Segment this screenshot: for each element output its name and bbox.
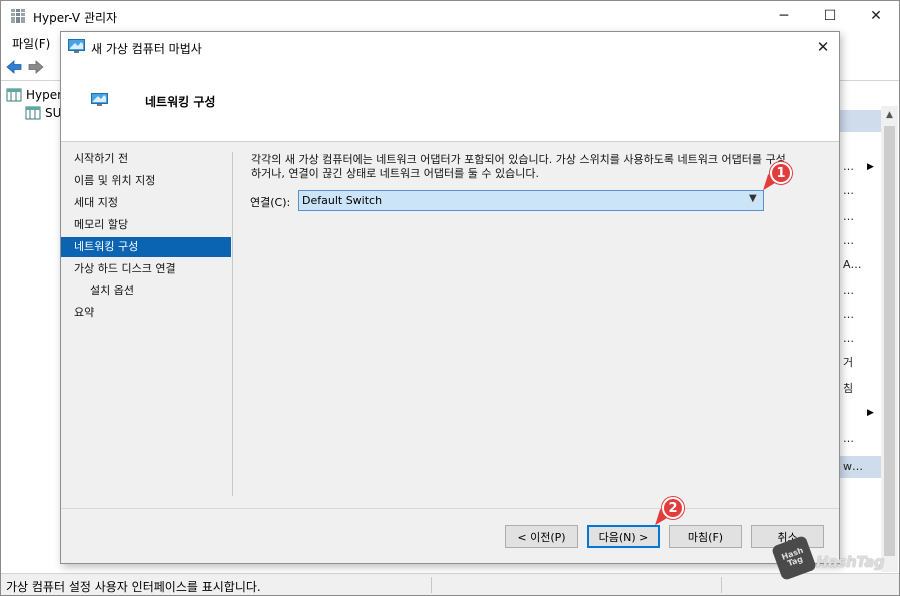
watermark-logo-text: Hash Tag bbox=[780, 545, 805, 569]
action-item[interactable]: … bbox=[843, 308, 879, 321]
monitor-icon bbox=[91, 93, 108, 106]
tree-child-label: SU bbox=[45, 106, 62, 120]
annotation-badge-2: 2 bbox=[662, 497, 684, 519]
server-icon bbox=[25, 106, 41, 120]
forward-arrow-icon[interactable] bbox=[27, 58, 45, 76]
wizard-titlebar: 새 가상 컴퓨터 마법사 ✕ bbox=[61, 32, 839, 62]
wizard-close-button[interactable]: ✕ bbox=[811, 36, 835, 58]
connection-dropdown[interactable]: Default Switch ▼ bbox=[298, 190, 764, 211]
actions-header bbox=[839, 110, 881, 132]
connection-selected-value: Default Switch bbox=[302, 194, 383, 207]
action-item[interactable]: … bbox=[843, 184, 879, 197]
description-line: 각각의 새 가상 컴퓨터에는 네트워크 어댑터가 포함되어 있습니다. 가상 스… bbox=[251, 153, 786, 166]
wizard-step-networking[interactable]: 네트워킹 구성 bbox=[61, 237, 231, 257]
action-item[interactable]: … bbox=[843, 210, 879, 223]
hyperv-app-icon bbox=[11, 9, 25, 23]
wizard-step-name-location[interactable]: 이름 및 위치 지정 bbox=[61, 171, 231, 191]
networking-description: 각각의 새 가상 컴퓨터에는 네트워크 어댑터가 포함되어 있습니다. 가상 스… bbox=[251, 153, 831, 181]
action-item[interactable]: 침 bbox=[843, 380, 879, 396]
finish-button[interactable]: 마침(F) bbox=[669, 525, 742, 548]
close-icon: ✕ bbox=[816, 38, 830, 56]
action-header-label: w… bbox=[843, 460, 863, 473]
back-arrow-icon[interactable] bbox=[5, 58, 23, 76]
watermark-text: HashTag bbox=[816, 553, 885, 571]
nav-divider bbox=[232, 152, 233, 496]
wizard-step-before-you-begin[interactable]: 시작하기 전 bbox=[61, 149, 231, 169]
minimize-icon: ─ bbox=[779, 8, 789, 24]
action-item[interactable]: … bbox=[843, 432, 879, 445]
close-icon: ✕ bbox=[870, 8, 882, 24]
connection-label: 연결(C): bbox=[250, 196, 291, 209]
action-item[interactable]: A… bbox=[843, 258, 879, 271]
scroll-up-icon[interactable]: ▲ bbox=[881, 110, 898, 120]
maximize-button[interactable]: ☐ bbox=[807, 1, 853, 31]
wizard-page-title: 네트워킹 구성 bbox=[145, 95, 216, 109]
next-button[interactable]: 다음(N) > bbox=[587, 525, 660, 548]
wizard-step-install-options[interactable]: 설치 옵션 bbox=[61, 281, 231, 301]
action-item[interactable]: … bbox=[843, 284, 879, 297]
main-window-title: Hyper-V 관리자 bbox=[33, 11, 118, 25]
status-text: 가상 컴퓨터 설정 사용자 인터페이스를 표시합니다. bbox=[6, 580, 261, 594]
action-item[interactable]: … bbox=[843, 332, 879, 345]
action-item[interactable]: … bbox=[843, 160, 879, 173]
annotation-badge-1: 1 bbox=[770, 162, 792, 184]
wizard-step-generation[interactable]: 세대 지정 bbox=[61, 193, 231, 213]
tree-item-hyperv-root[interactable]: Hyper bbox=[6, 88, 62, 102]
monitor-icon bbox=[68, 39, 85, 53]
wizard-step-memory[interactable]: 메모리 할당 bbox=[61, 215, 231, 235]
main-titlebar: Hyper-V 관리자 ─ ☐ ✕ bbox=[1, 1, 899, 31]
hyperv-server-icon bbox=[6, 88, 22, 102]
previous-button[interactable]: < 이전(P) bbox=[505, 525, 578, 548]
chevron-down-icon: ▼ bbox=[749, 193, 757, 204]
status-separator bbox=[721, 577, 722, 593]
minimize-button[interactable]: ─ bbox=[761, 1, 807, 31]
wizard-step-virtual-disk[interactable]: 가상 하드 디스크 연결 bbox=[61, 259, 231, 279]
wizard-step-list: 시작하기 전 이름 및 위치 지정 세대 지정 메모리 할당 네트워킹 구성 가… bbox=[61, 143, 233, 495]
wizard-title: 새 가상 컴퓨터 마법사 bbox=[91, 42, 202, 56]
expand-right-icon[interactable]: ▶ bbox=[867, 408, 874, 418]
action-item[interactable]: … bbox=[843, 234, 879, 247]
wizard-step-summary[interactable]: 요약 bbox=[61, 303, 231, 323]
new-vm-wizard-dialog: 새 가상 컴퓨터 마법사 ✕ 네트워킹 구성 시작하기 전 이름 및 위치 지정… bbox=[60, 31, 840, 564]
wizard-header: 네트워킹 구성 bbox=[61, 62, 839, 142]
action-item[interactable]: 거 bbox=[843, 354, 879, 370]
actions-scrollbar[interactable]: ▲ bbox=[881, 106, 898, 572]
tree-root-label: Hyper bbox=[26, 88, 63, 102]
status-separator bbox=[431, 577, 432, 593]
navigation-tree: Hyper SU bbox=[1, 82, 62, 572]
footer-divider bbox=[61, 508, 839, 509]
maximize-icon: ☐ bbox=[823, 8, 837, 24]
description-line: 하거나, 연결이 끊긴 상태로 네트워크 어댑터를 둘 수 있습니다. bbox=[251, 167, 539, 180]
menu-file[interactable]: 파일(F) bbox=[12, 35, 50, 52]
actions-pane: ▶ … … … … A… … … … 거 침 ▶ … w… ▲ bbox=[839, 82, 899, 572]
status-bar: 가상 컴퓨터 설정 사용자 인터페이스를 표시합니다. bbox=[1, 573, 899, 595]
scroll-thumb[interactable] bbox=[884, 126, 895, 556]
tree-item-server[interactable]: SU bbox=[25, 106, 61, 120]
close-button[interactable]: ✕ bbox=[853, 1, 899, 31]
